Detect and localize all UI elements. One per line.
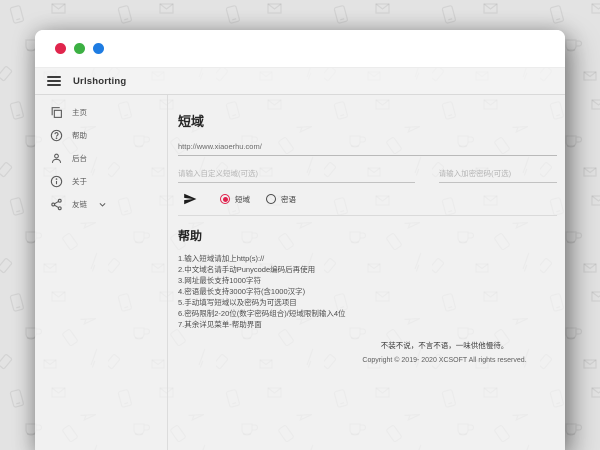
section-divider xyxy=(178,215,557,216)
custom-short-input[interactable] xyxy=(178,167,415,183)
sidebar-item-label: 关于 xyxy=(72,176,87,187)
footer-tagline: 不装不说，不言不语，一味供他慢待。 xyxy=(332,340,557,351)
radio-short-domain[interactable]: 短域 xyxy=(220,194,250,205)
sidebar-item-links[interactable]: 友链 xyxy=(35,193,167,216)
help-item: 6.密码限制2-20位(数字密码组合)/短域限制输入4位 xyxy=(178,308,557,319)
send-icon xyxy=(183,192,197,206)
help-item: 3.网址最长支持1000字符 xyxy=(178,275,557,286)
sidebar-item-label: 后台 xyxy=(72,153,87,164)
radio-label: 密语 xyxy=(281,194,296,205)
sidebar-item-label: 帮助 xyxy=(72,130,87,141)
sidebar-item-label: 友链 xyxy=(72,199,87,210)
help-circle-icon xyxy=(50,129,63,142)
info-circle-icon xyxy=(50,175,63,188)
radio-unselected-icon xyxy=(266,194,276,204)
chevron-down-icon xyxy=(98,200,107,209)
maximize-window-button[interactable] xyxy=(93,43,104,54)
help-item: 7.其余详见菜单-帮助界面 xyxy=(178,319,557,330)
sidebar-item-about[interactable]: 关于 xyxy=(35,170,167,193)
footer-copyright: Copyright © 2019- 2020 XCSOFT All rights… xyxy=(332,357,557,364)
sidebar-item-label: 主页 xyxy=(72,107,87,118)
radio-selected-icon xyxy=(220,194,230,204)
app-title: Urlshorting xyxy=(73,76,126,87)
radio-label: 短域 xyxy=(235,194,250,205)
window-titlebar xyxy=(35,30,565,68)
password-input[interactable] xyxy=(439,167,557,183)
radio-secret-message[interactable]: 密语 xyxy=(266,194,296,205)
close-window-button[interactable] xyxy=(55,43,66,54)
pages-icon xyxy=(50,106,63,119)
person-icon xyxy=(50,152,63,165)
url-input[interactable] xyxy=(178,140,557,156)
help-item: 1.输入短域请加上http(s):// xyxy=(178,253,557,264)
sidebar: 主页 帮助 后台 关于 友链 xyxy=(35,95,168,450)
main-content: 短域 短域 密语 xyxy=(168,95,565,450)
help-list: 1.输入短域请加上http(s):// 2.中文域名请手动Punycode编码后… xyxy=(178,253,557,330)
share-icon xyxy=(50,198,63,211)
app-bar: Urlshorting xyxy=(35,68,565,95)
sidebar-item-help[interactable]: 帮助 xyxy=(35,124,167,147)
help-item: 2.中文域名请手动Punycode编码后再使用 xyxy=(178,264,557,275)
sidebar-item-home[interactable]: 主页 xyxy=(35,101,167,124)
minimize-window-button[interactable] xyxy=(74,43,85,54)
help-heading: 帮助 xyxy=(178,227,557,244)
help-item: 5.手动填写短域以及密码为可选项目 xyxy=(178,297,557,308)
page-title: 短域 xyxy=(178,111,557,130)
help-item: 4.密语最长支持3000字符(含1000汉字) xyxy=(178,286,557,297)
sidebar-item-admin[interactable]: 后台 xyxy=(35,147,167,170)
footer: 不装不说，不言不语，一味供他慢待。 Copyright © 2019- 2020… xyxy=(332,340,557,364)
browser-window: Urlshorting 主页 帮助 后台 关于 友链 xyxy=(35,30,565,450)
send-button[interactable] xyxy=(183,192,197,206)
hamburger-icon[interactable] xyxy=(47,76,61,86)
submit-row: 短域 密语 xyxy=(178,192,557,206)
